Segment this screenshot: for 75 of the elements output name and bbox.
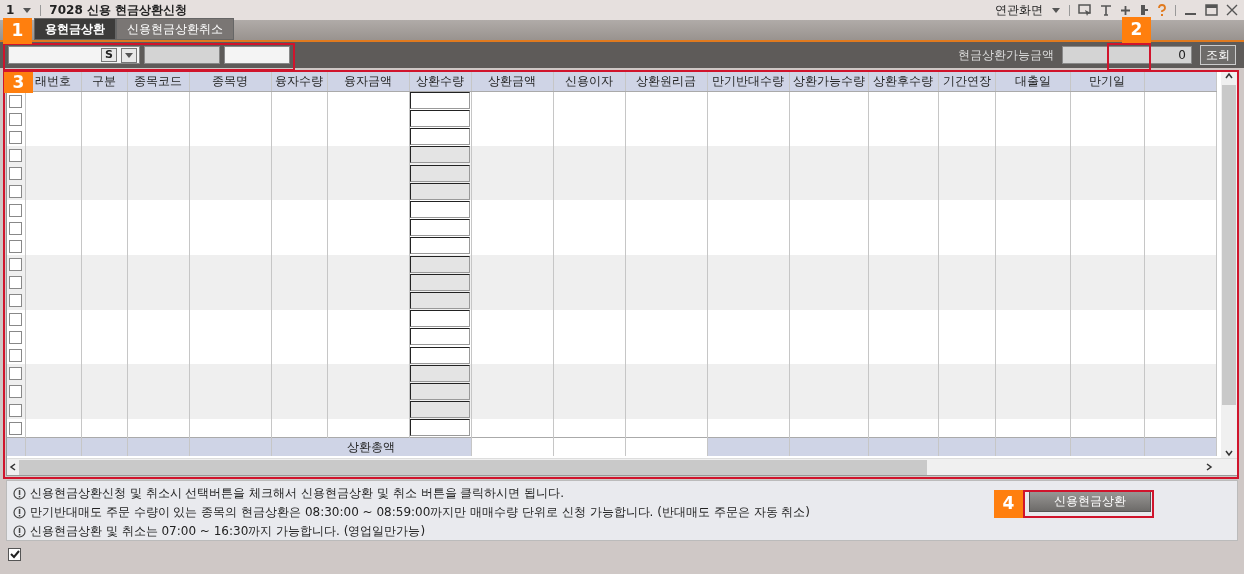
scroll-up-icon[interactable] bbox=[1224, 71, 1234, 81]
warning-icon bbox=[13, 506, 26, 519]
combo-letter-button[interactable]: S bbox=[101, 48, 117, 62]
quantity-input[interactable] bbox=[410, 110, 470, 128]
quantity-input[interactable] bbox=[410, 382, 470, 400]
font-size-icon[interactable] bbox=[1100, 4, 1112, 16]
callout-number: 1 bbox=[3, 18, 32, 44]
row-checkbox[interactable] bbox=[9, 94, 23, 108]
callout-number: 3 bbox=[4, 72, 33, 93]
row-checkbox[interactable] bbox=[9, 276, 23, 290]
total-value-cell bbox=[553, 437, 625, 456]
check-icon bbox=[9, 549, 20, 560]
warning-icon bbox=[13, 487, 26, 500]
pin-icon[interactable] bbox=[1139, 4, 1149, 16]
tab[interactable]: 용현금상환 bbox=[34, 18, 116, 40]
row-checkbox[interactable] bbox=[9, 148, 23, 162]
quantity-input[interactable] bbox=[410, 310, 470, 328]
quantity-input[interactable] bbox=[410, 182, 470, 200]
quantity-input[interactable] bbox=[410, 219, 470, 237]
row-checkbox[interactable] bbox=[9, 349, 23, 363]
footer-checkbox[interactable] bbox=[8, 548, 21, 561]
notice-text: 만기반대매도 주문 수량이 있는 종목의 현금상환은 08:30:00 ~ 08:59:00까지만 매매수량 단위로 신청 가능합니다. (반대매도 주문은 자동 취소) bbox=[30, 504, 811, 521]
quantity-input[interactable] bbox=[410, 92, 470, 109]
credit-repay-button[interactable]: 신용현금상환 bbox=[1029, 490, 1151, 512]
row-checkbox[interactable] bbox=[9, 330, 23, 344]
quantity-input[interactable] bbox=[410, 364, 470, 382]
screen-number[interactable]: 1 bbox=[6, 1, 15, 19]
query-button[interactable]: 조회 bbox=[1200, 45, 1236, 65]
row-checkbox[interactable] bbox=[9, 403, 23, 417]
field-label: 현금상환가능금액 bbox=[958, 47, 1054, 64]
maximize-icon[interactable] bbox=[1205, 4, 1218, 16]
row-checkbox[interactable] bbox=[9, 203, 23, 217]
dropdown-caret-icon[interactable] bbox=[1051, 5, 1061, 15]
row-checkbox[interactable] bbox=[9, 312, 23, 326]
notice-text: 신용현금상환 및 취소는 07:00 ~ 16:30까지 가능합니다. (영업일만가능) bbox=[30, 523, 426, 540]
window-title: 7028 신용 현금상환신청 bbox=[49, 2, 188, 19]
row-checkbox[interactable] bbox=[9, 385, 23, 399]
close-icon[interactable] bbox=[1226, 4, 1238, 16]
password-field[interactable] bbox=[224, 46, 290, 64]
available-amount-field: 0 bbox=[1062, 46, 1192, 64]
callout-number: 4 bbox=[994, 490, 1023, 518]
vertical-scrollbar[interactable] bbox=[1221, 71, 1237, 458]
quantity-input[interactable] bbox=[410, 164, 470, 182]
row-checkbox[interactable] bbox=[9, 167, 23, 181]
row-checkbox[interactable] bbox=[9, 221, 23, 235]
plus-icon[interactable] bbox=[1120, 4, 1131, 16]
quantity-input[interactable] bbox=[410, 328, 470, 346]
row-checkbox[interactable] bbox=[9, 239, 23, 253]
notice-text: 신용현금상환신청 및 취소시 선택버튼을 체크해서 신용현금상환 및 취소 버튼을 클릭하시면 됩니다. bbox=[30, 485, 564, 502]
related-screens-menu[interactable]: 연관화면 bbox=[995, 1, 1043, 19]
tab[interactable]: 신용현금상환취소 bbox=[116, 18, 234, 40]
quantity-input[interactable] bbox=[410, 273, 470, 291]
scroll-down-icon[interactable] bbox=[1224, 448, 1234, 458]
row-checkbox[interactable] bbox=[9, 367, 23, 381]
quantity-input[interactable] bbox=[410, 419, 470, 437]
quantity-input[interactable] bbox=[410, 346, 470, 364]
row-checkbox[interactable] bbox=[9, 185, 23, 199]
row-checkbox[interactable] bbox=[9, 112, 23, 126]
quantity-input[interactable] bbox=[410, 291, 470, 309]
row-checkbox[interactable] bbox=[9, 130, 23, 144]
quantity-input[interactable] bbox=[410, 146, 470, 164]
warning-icon bbox=[13, 525, 26, 538]
row-checkbox[interactable] bbox=[9, 258, 23, 272]
quantity-input[interactable] bbox=[410, 237, 470, 255]
total-label: 상환총액 bbox=[271, 437, 471, 456]
quantity-input[interactable] bbox=[410, 401, 470, 419]
row-checkbox[interactable] bbox=[9, 421, 23, 435]
horizontal-scrollbar[interactable] bbox=[7, 458, 1237, 475]
quantity-input[interactable] bbox=[410, 201, 470, 219]
dropdown-caret-icon[interactable] bbox=[22, 5, 33, 15]
account-combo-field[interactable]: S bbox=[8, 46, 140, 64]
quantity-input[interactable] bbox=[410, 255, 470, 273]
row-checkbox[interactable] bbox=[9, 294, 23, 308]
quantity-input[interactable] bbox=[410, 128, 470, 146]
callout-number: 2 bbox=[1122, 17, 1151, 43]
